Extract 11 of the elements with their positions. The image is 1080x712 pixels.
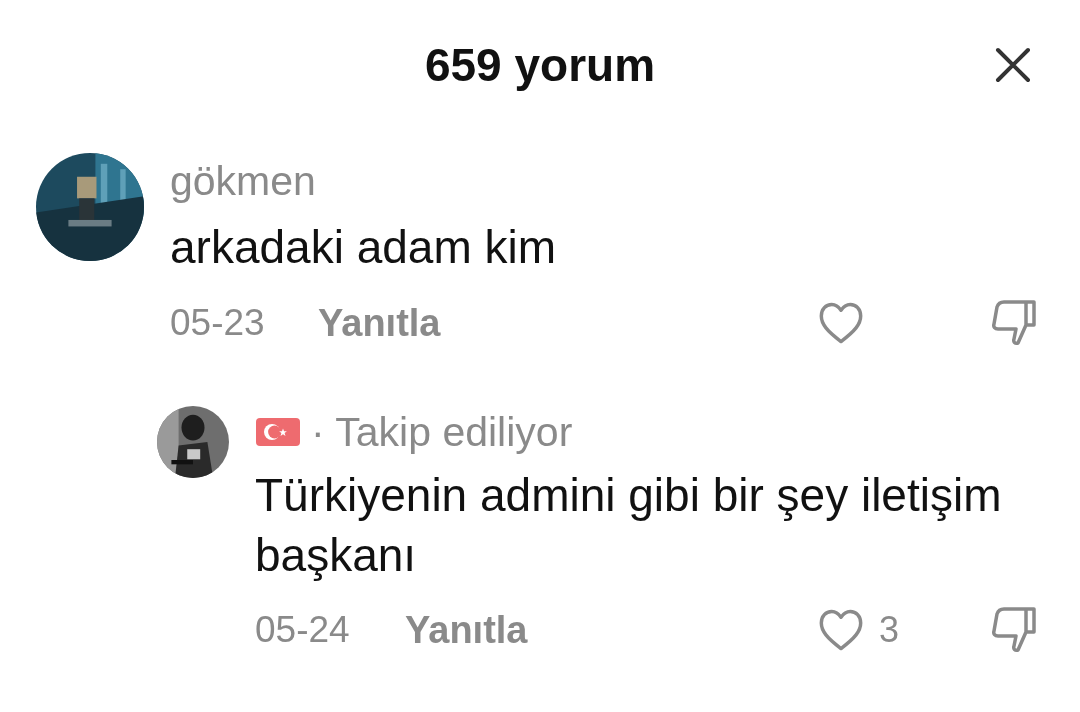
reply-button[interactable]: Yanıtla [405,601,528,659]
close-icon [994,46,1032,84]
like-count: 3 [879,608,900,652]
comments-title: 659 yorum [424,37,656,93]
comment-date: 05-24 [255,608,351,653]
comment-text: Türkiyenin admini gibi bir şey iletişim başkanı [255,468,1003,583]
comment-text: arkadaki adam kim [170,220,558,275]
reply-button[interactable]: Yanıtla [318,294,441,352]
follow-status: · Takip ediliyor [311,410,573,454]
comment-date: 05-23 [170,301,266,346]
username[interactable]: gökmen [170,159,1040,203]
